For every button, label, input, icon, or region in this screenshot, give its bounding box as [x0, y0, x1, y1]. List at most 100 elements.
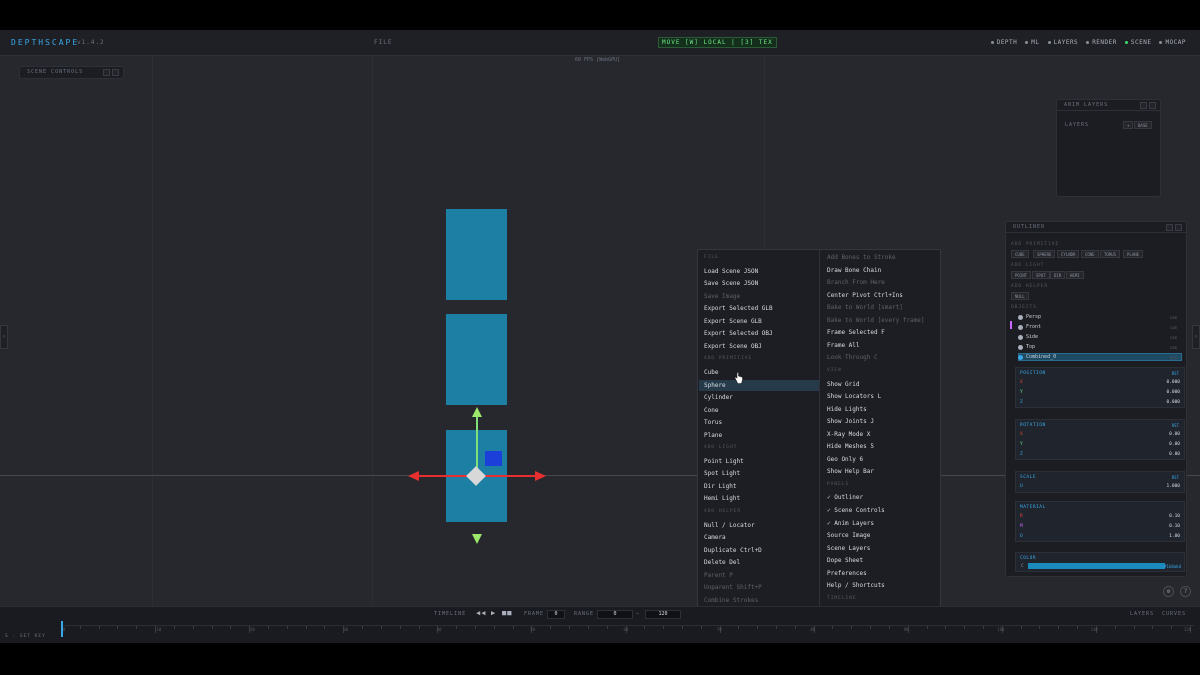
material-value[interactable]: 1.00	[1169, 534, 1180, 539]
menu-item-x-ray-mode-x[interactable]: X-Ray Mode X	[827, 431, 870, 438]
range-end-input[interactable]: 120	[645, 610, 681, 619]
menu-item-frame-selected-f[interactable]: Frame Selected F	[827, 329, 885, 336]
rotation-value[interactable]: 0.00	[1169, 432, 1180, 437]
rotation-row[interactable]: Z 0.00	[1020, 452, 1180, 459]
layers-tab[interactable]: LAYERS	[1130, 611, 1154, 617]
menu-item-dope-sheet[interactable]: Dope Sheet	[827, 557, 863, 564]
gizmo-y-arrow-icon[interactable]	[472, 407, 482, 417]
menu-item-duplicate-ctrl-d[interactable]: Duplicate Ctrl+D	[704, 547, 762, 554]
stop-icon[interactable]: ■■	[502, 609, 512, 617]
toggle-depth[interactable]: DEPTH	[990, 39, 1018, 46]
menu-item-draw-bone-chain[interactable]: Draw Bone Chain	[827, 267, 881, 274]
menu-item-show-joints-j[interactable]: Show Joints J	[827, 418, 874, 425]
material-row[interactable]: O 1.00	[1020, 534, 1180, 541]
help-icon[interactable]: ?	[1180, 586, 1191, 597]
position-value[interactable]: 0.000	[1166, 390, 1180, 395]
timeline-ruler[interactable]: 0 10 20 30 40 50 60 70 80 90 100 110 120	[61, 625, 1194, 643]
toggle-ml[interactable]: ML	[1025, 39, 1039, 46]
menu-item-help-shortcuts[interactable]: Help / Shortcuts	[827, 582, 885, 589]
material-value[interactable]: 0.10	[1169, 524, 1180, 529]
add-hemi-light-button[interactable]: HEMI	[1066, 271, 1084, 279]
menu-item-geo-only-6[interactable]: Geo Only 6	[827, 456, 863, 463]
material-row[interactable]: M 0.10	[1020, 524, 1180, 531]
toggle-layers[interactable]: LAYERS	[1047, 39, 1079, 46]
menu-item-hide-lights[interactable]: Hide Lights	[827, 406, 867, 413]
position-value[interactable]: 0.000	[1166, 400, 1180, 405]
outliner-object[interactable]: Side	[1018, 334, 1038, 340]
curves-tab[interactable]: CURVES	[1162, 611, 1186, 617]
menu-item-load-scene-json[interactable]: Load Scene JSON	[704, 268, 758, 275]
menu-item-source-image[interactable]: Source Image	[827, 532, 870, 539]
add-plane-button[interactable]: PLANE	[1123, 250, 1144, 258]
menu-item-hemi-light[interactable]: Hemi Light	[704, 495, 740, 502]
position-row[interactable]: X 0.000	[1020, 380, 1180, 387]
menu-item-plane[interactable]: Plane	[704, 432, 722, 439]
menu-item-cone[interactable]: Cone	[704, 407, 718, 414]
outliner-object[interactable]: Combined_0	[1018, 354, 1056, 360]
minimize-icon[interactable]	[103, 69, 110, 76]
gizmo-x-left-arrow-icon[interactable]	[408, 471, 419, 481]
material-value[interactable]: 0.10	[1169, 514, 1180, 519]
menu-item-delete-del[interactable]: Delete Del	[704, 559, 740, 566]
toggle-scene[interactable]: SCENE	[1124, 39, 1152, 46]
menu-item-save-scene-json[interactable]: Save Scene JSON	[704, 280, 758, 287]
material-row[interactable]: R 0.10	[1020, 514, 1180, 521]
menu-item-cube[interactable]: Cube	[704, 369, 718, 376]
menu-item-export-scene-glb[interactable]: Export Scene GLB	[704, 318, 762, 325]
rewind-icon[interactable]: ◀◀	[476, 609, 486, 617]
rotation-reset-button[interactable]: RST	[1172, 423, 1179, 428]
add-cube-button[interactable]: CUBE	[1011, 250, 1029, 258]
menu-item-export-selected-obj[interactable]: Export Selected OBJ	[704, 330, 773, 337]
rotation-value[interactable]: 0.00	[1169, 442, 1180, 447]
scale-row[interactable]: U 1.000	[1020, 484, 1180, 491]
rotation-value[interactable]: 0.00	[1169, 452, 1180, 457]
gizmo-y-down-arrow-icon[interactable]	[472, 534, 482, 544]
menu-item-show-locators-l[interactable]: Show Locators L	[827, 393, 881, 400]
add-point-light-button[interactable]: POINT	[1011, 271, 1032, 279]
outliner-object[interactable]: Front	[1018, 324, 1041, 330]
scale-reset-button[interactable]: RST	[1172, 475, 1179, 480]
close-icon[interactable]	[1149, 102, 1156, 109]
close-icon[interactable]	[112, 69, 119, 76]
menu-item-point-light[interactable]: Point Light	[704, 458, 744, 465]
position-reset-button[interactable]: RST	[1172, 371, 1179, 376]
menu-item-frame-all[interactable]: Frame All	[827, 342, 860, 349]
menu-item-export-scene-obj[interactable]: Export Scene OBJ	[704, 343, 762, 350]
add-null-button[interactable]: NULL	[1011, 292, 1029, 300]
menu-item-scene-controls[interactable]: ✓ Scene Controls	[827, 507, 885, 514]
add-cylndr-button[interactable]: CYLNDR	[1057, 250, 1080, 258]
menu-item-show-help-bar[interactable]: Show Help Bar	[827, 468, 874, 475]
minimize-icon[interactable]	[1140, 102, 1147, 109]
menu-item-anim-layers[interactable]: ✓ Anim Layers	[827, 520, 874, 527]
menu-item-scene-layers[interactable]: Scene Layers	[827, 545, 870, 552]
mesh-box-top[interactable]	[446, 209, 507, 300]
right-panel-toggle-icon[interactable]: ›	[1192, 325, 1200, 349]
outliner-object[interactable]: Persp	[1018, 314, 1041, 320]
range-start-input[interactable]: 0	[597, 610, 633, 619]
playhead[interactable]	[61, 621, 63, 637]
play-icon[interactable]: ▶	[491, 609, 496, 617]
position-value[interactable]: 0.000	[1166, 380, 1180, 385]
menu-item-cylinder[interactable]: Cylinder	[704, 394, 733, 401]
add-spot-light-button[interactable]: SPOT	[1032, 271, 1050, 279]
position-row[interactable]: Z 0.000	[1020, 400, 1180, 407]
menu-item-export-selected-glb[interactable]: Export Selected GLB	[704, 305, 773, 312]
gizmo-z-handle[interactable]	[485, 451, 502, 466]
rotation-row[interactable]: X 0.00	[1020, 432, 1180, 439]
add-cone-button[interactable]: CONE	[1081, 250, 1099, 258]
menu-item-camera[interactable]: Camera	[704, 534, 726, 541]
add-dir-light-button[interactable]: DIR	[1050, 271, 1066, 279]
add-sphere-button[interactable]: SPHERE	[1033, 250, 1056, 258]
scale-value[interactable]: 1.000	[1166, 484, 1180, 489]
close-icon[interactable]	[1175, 224, 1182, 231]
toggle-mocap[interactable]: MOCAP	[1159, 39, 1186, 46]
menu-item-torus[interactable]: Torus	[704, 419, 722, 426]
left-panel-toggle-icon[interactable]: ‹	[0, 325, 8, 349]
outliner-title[interactable]: OUTLINER	[1006, 222, 1186, 233]
settings-gear-icon[interactable]: ⚙	[1163, 586, 1174, 597]
menu-item-hide-meshes-5[interactable]: Hide Meshes 5	[827, 443, 874, 450]
add-layer-button[interactable]: +	[1123, 121, 1134, 129]
position-row[interactable]: Y 0.000	[1020, 390, 1180, 397]
menu-item-dir-light[interactable]: Dir Light	[704, 483, 737, 490]
menu-item-null-locator[interactable]: Null / Locator	[704, 522, 755, 529]
